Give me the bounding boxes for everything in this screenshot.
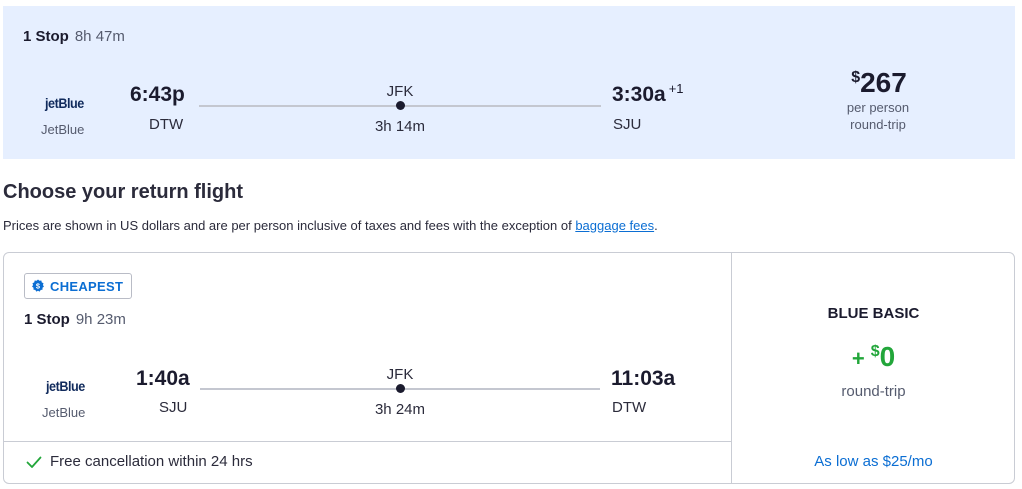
return-stops-line: 1 Stop 9h 23m xyxy=(24,311,126,328)
outbound-duration: 8h 47m xyxy=(74,28,125,45)
price-round-trip: round-trip xyxy=(850,117,906,132)
outbound-price: $267 xyxy=(851,67,907,98)
fare-round-trip: round-trip xyxy=(841,383,906,400)
divider xyxy=(4,441,732,442)
dollar-badge-icon: $ xyxy=(32,279,44,292)
stop-airport: JFK xyxy=(386,83,414,100)
cheapest-badge: $ CHEAPEST xyxy=(24,273,133,299)
airline-logo: jetBlue xyxy=(46,378,85,394)
arrive-airport: DTW xyxy=(612,399,647,416)
arrive-airport: SJU xyxy=(613,116,642,133)
badge-label: CHEAPEST xyxy=(50,278,124,294)
fare-name: BLUE BASIC xyxy=(827,305,920,322)
return-stops: 1 Stop xyxy=(24,311,70,328)
arrive-time: 11:03a xyxy=(611,367,676,390)
day-offset: +1 xyxy=(668,81,684,96)
baggage-fees-link[interactable]: baggage fees xyxy=(575,218,654,233)
fare-price: + $0 xyxy=(851,341,896,372)
airline-name: JetBlue xyxy=(42,405,86,420)
financing-link[interactable]: As low as $25/mo xyxy=(731,453,1016,470)
page-title: Choose your return flight xyxy=(3,181,243,203)
cancellation-text: Free cancellation within 24 hrs xyxy=(50,453,253,470)
outbound-stops-line: 1 Stop 8h 47m xyxy=(23,28,125,45)
stop-airport: JFK xyxy=(386,366,414,383)
free-cancellation: Free cancellation within 24 hrs xyxy=(26,453,253,470)
return-duration: 9h 23m xyxy=(75,311,126,328)
airline-logo: jetBlue xyxy=(45,95,84,111)
layover-duration: 3h 24m xyxy=(374,401,426,418)
airline-name: JetBlue xyxy=(41,122,85,137)
outbound-flight-summary[interactable]: 1 Stop 8h 47m jetBlue JetBlue 6:43p DTW J… xyxy=(3,6,1015,159)
arrive-time: 3:30a +1 xyxy=(612,81,684,106)
depart-time: 1:40a xyxy=(136,367,190,390)
stop-dot xyxy=(395,101,405,110)
return-flight-card[interactable]: $ CHEAPEST 1 Stop 9h 23m jetBlue JetBlue … xyxy=(3,252,1015,484)
price-per-person: per person xyxy=(846,100,910,115)
price-disclaimer: Prices are shown in US dollars and are p… xyxy=(3,218,658,233)
check-icon xyxy=(26,456,42,468)
depart-airport: SJU xyxy=(159,399,188,416)
depart-time: 6:43p xyxy=(130,83,185,106)
depart-airport: DTW xyxy=(149,116,184,133)
layover-duration: 3h 14m xyxy=(374,118,426,135)
outbound-stops: 1 Stop xyxy=(23,28,69,45)
stop-dot xyxy=(395,384,405,393)
